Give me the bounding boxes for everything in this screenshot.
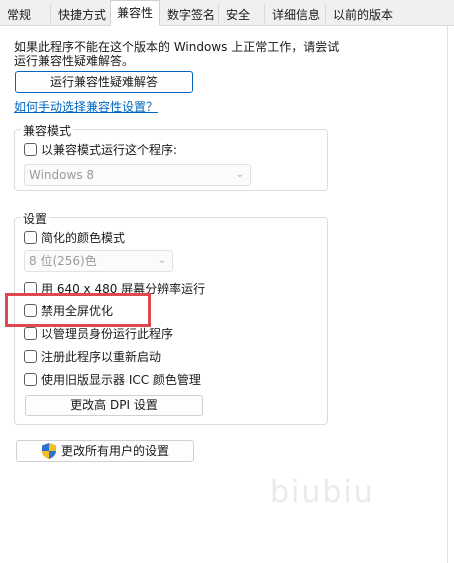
compat-os-select[interactable]: Windows 8 ⌄	[24, 164, 251, 186]
compat-mode-label: 以兼容模式运行这个程序:	[41, 143, 178, 157]
tab-shortcut[interactable]: 快捷方式	[51, 3, 110, 25]
run-troubleshooter-button[interactable]: 运行兼容性疑难解答	[15, 71, 193, 93]
color-depth-select[interactable]: 8 位(256)色 ⌄	[24, 250, 173, 272]
manual-settings-link[interactable]: 如何手动选择兼容性设置？	[14, 98, 158, 115]
change-dpi-button[interactable]: 更改高 DPI 设置	[25, 395, 203, 416]
chevron-down-icon: ⌄	[157, 255, 166, 266]
chevron-down-icon: ⌄	[235, 169, 244, 180]
intro-text-line2: 运行兼容性疑难解答。	[14, 54, 135, 68]
tab-details[interactable]: 详细信息	[265, 3, 325, 25]
reduced-color-checkbox[interactable]	[24, 231, 37, 244]
legacy-icc-label: 使用旧版显示器 ICC 颜色管理	[41, 373, 201, 387]
watermark: biubiu	[270, 475, 375, 510]
tab-digital-signature[interactable]: 数字签名	[160, 3, 218, 25]
highlight-box	[5, 293, 151, 327]
uac-shield-icon	[42, 443, 56, 459]
compat-mode-legend: 兼容模式	[21, 122, 74, 139]
compat-mode-checkbox[interactable]	[24, 143, 37, 156]
compat-os-value: Windows 8	[29, 168, 95, 182]
tab-compatibility[interactable]: 兼容性	[110, 0, 160, 26]
reduced-color-label: 简化的颜色模式	[41, 231, 126, 245]
run-as-admin-checkbox[interactable]	[24, 327, 37, 340]
tab-security[interactable]: 安全	[219, 3, 264, 25]
register-restart-checkbox[interactable]	[24, 350, 37, 363]
tab-general[interactable]: 常规	[0, 3, 50, 25]
panel-edge	[447, 26, 448, 563]
settings-legend: 设置	[21, 210, 50, 227]
register-restart-label: 注册此程序以重新启动	[41, 350, 162, 364]
color-depth-value: 8 位(256)色	[29, 254, 97, 268]
legacy-icc-checkbox[interactable]	[24, 373, 37, 386]
run-as-admin-label: 以管理员身份运行此程序	[41, 327, 174, 341]
tab-previous-versions[interactable]: 以前的版本	[326, 3, 396, 25]
